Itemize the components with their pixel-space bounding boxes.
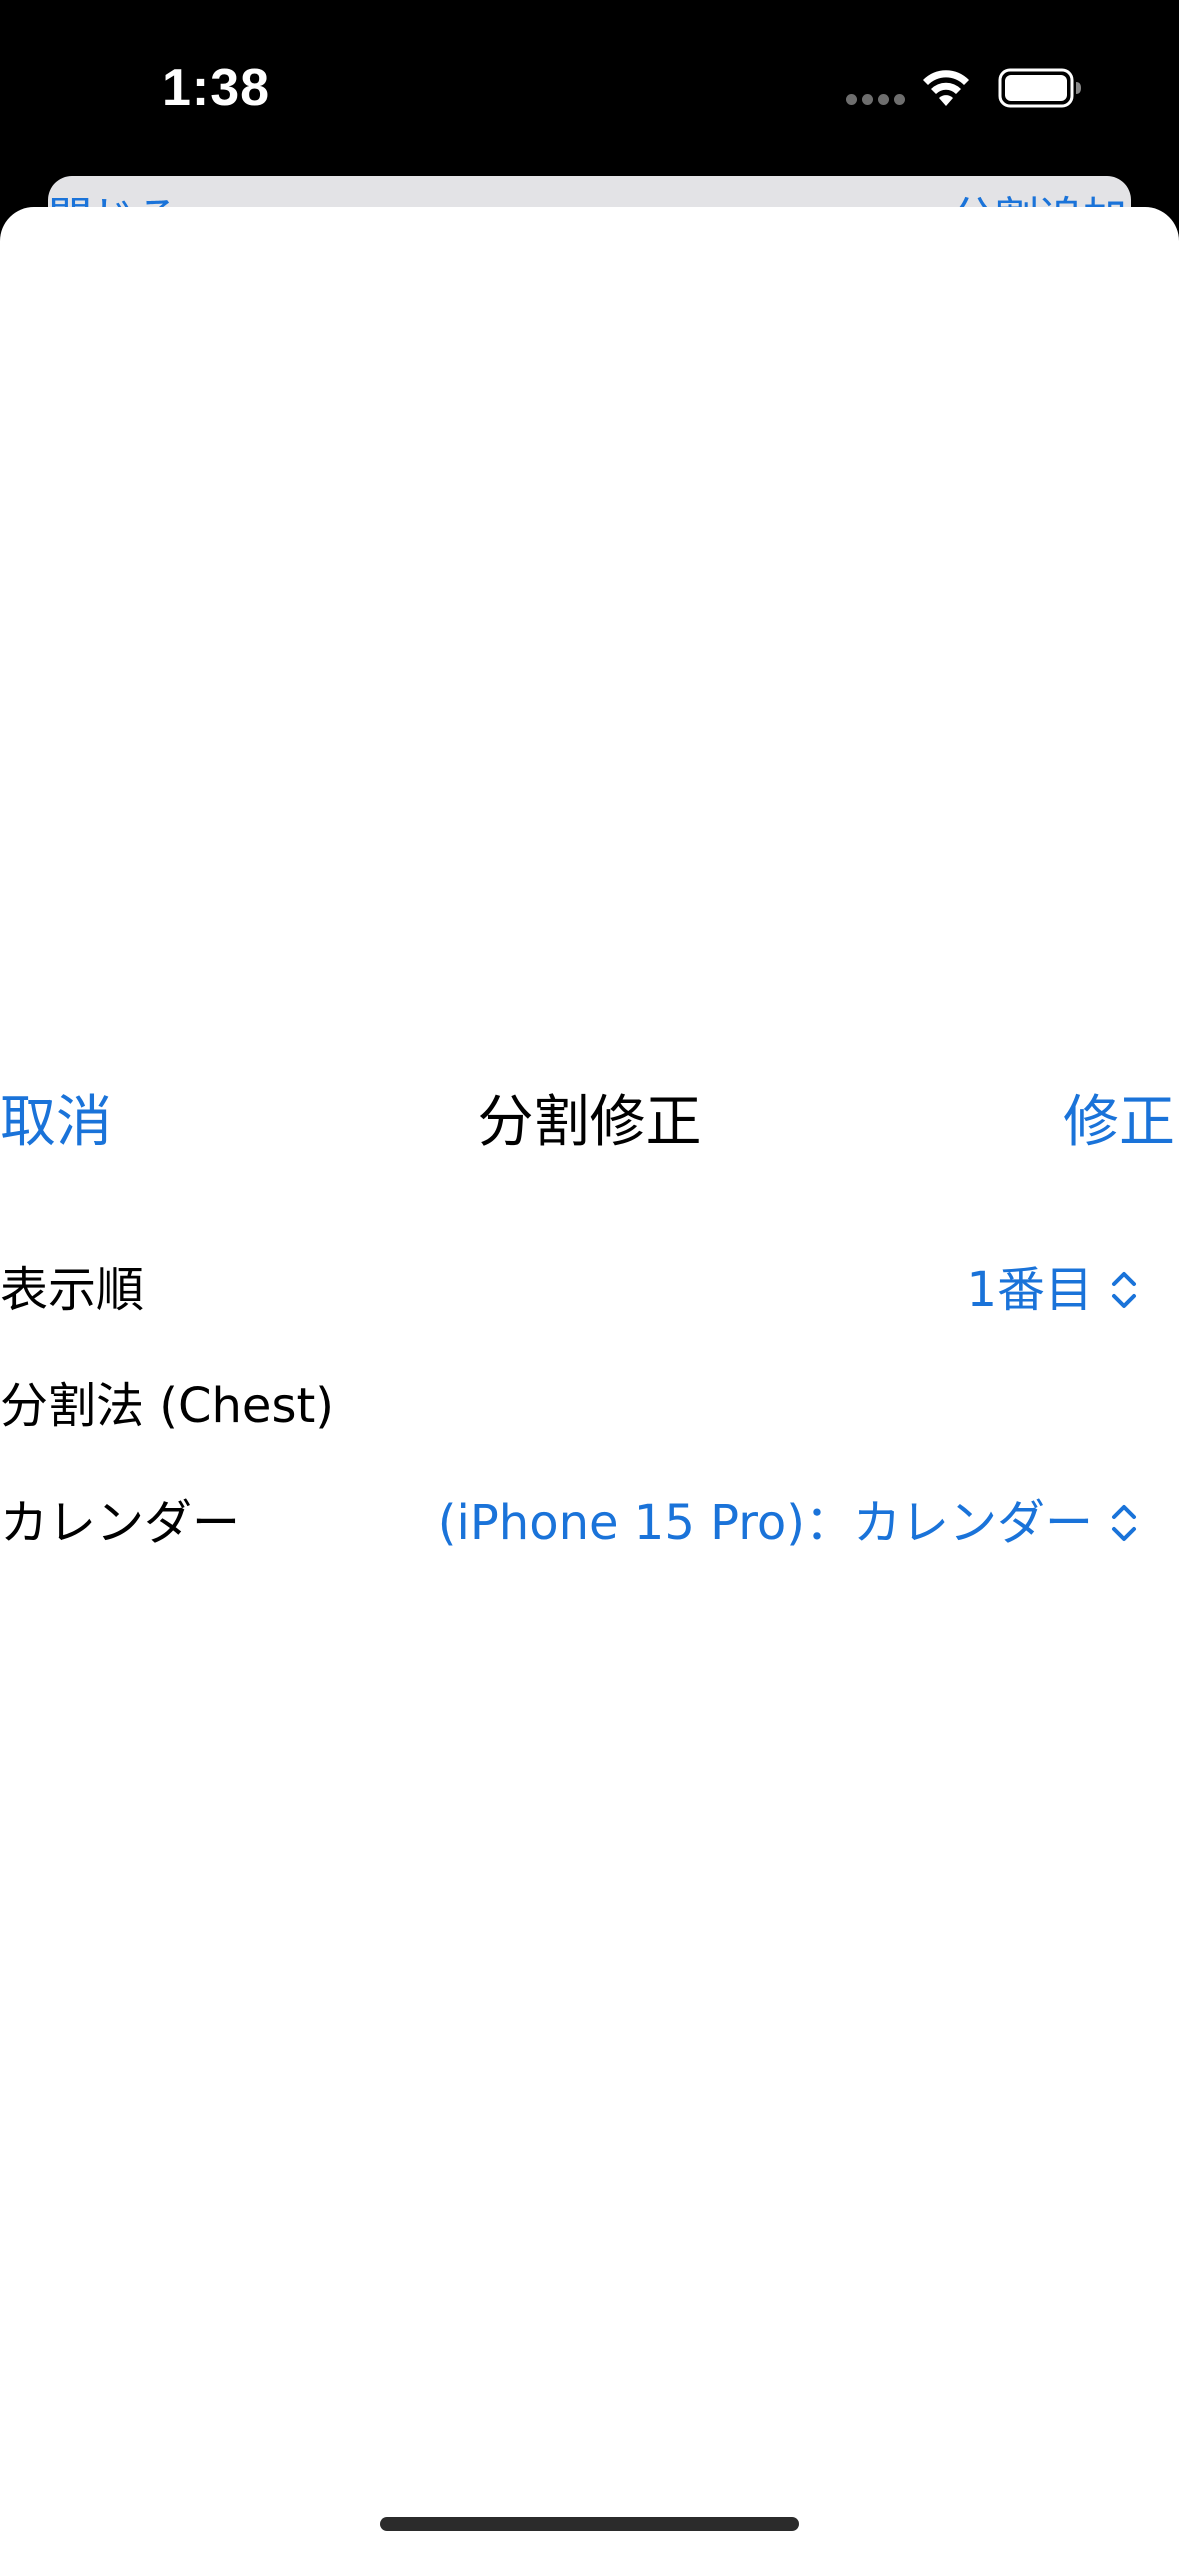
- chevron-updown-icon: [1112, 1505, 1136, 1541]
- status-time: 1:38: [162, 59, 271, 117]
- split-method-label: 分割法 (Chest): [0, 1378, 335, 1434]
- page-title: 分割修正: [0, 1088, 1179, 1158]
- home-indicator[interactable]: [380, 2517, 799, 2531]
- calendar-value: (iPhone 15 Pro)：カレンダー: [437, 1495, 1093, 1551]
- confirm-edit-button[interactable]: 修正: [1063, 1088, 1175, 1158]
- display-order-value: 1番目: [966, 1262, 1093, 1318]
- calendar-picker[interactable]: (iPhone 15 Pro)：カレンダー: [438, 1483, 1139, 1563]
- display-order-picker[interactable]: 1番目: [966, 1250, 1139, 1330]
- calendar-label: カレンダー: [0, 1495, 241, 1551]
- wifi-icon: [923, 70, 969, 106]
- cellular-signal-icon: [846, 94, 906, 106]
- display-order-label: 表示順: [0, 1262, 145, 1318]
- page-title-text: 分割修正: [477, 1090, 702, 1155]
- split-method-row: 分割法 (Chest): [0, 1366, 1179, 1446]
- battery-icon: [998, 68, 1081, 108]
- display-order-row: 表示順 1番目: [0, 1250, 1179, 1330]
- calendar-row: カレンダー (iPhone 15 Pro)：カレンダー: [0, 1483, 1179, 1563]
- chevron-updown-icon: [1112, 1272, 1136, 1308]
- status-bar: 1:38: [0, 0, 1179, 175]
